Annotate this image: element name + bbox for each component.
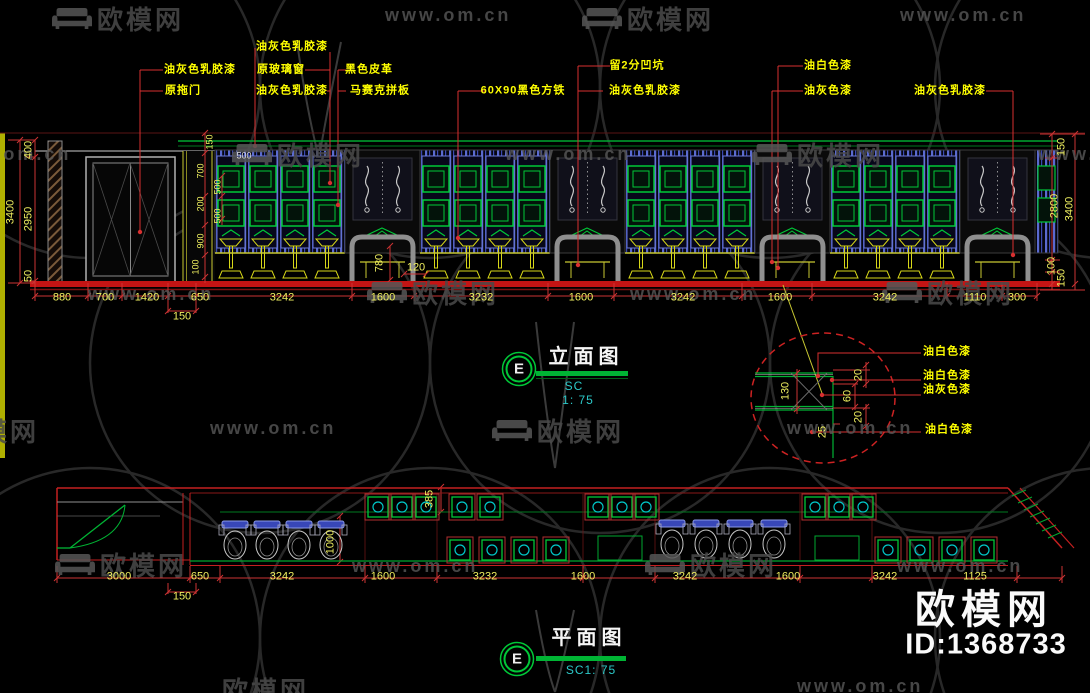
site-logo-text: 欧模网: [915, 588, 1053, 632]
image-id-text: ID:1368733: [905, 628, 1067, 661]
logo-block: 欧模网 ID:1368733: [0, 0, 1090, 693]
cad-canvas: www.om.cn www.om.cn www.om.cn www.om.cn …: [0, 0, 1090, 693]
